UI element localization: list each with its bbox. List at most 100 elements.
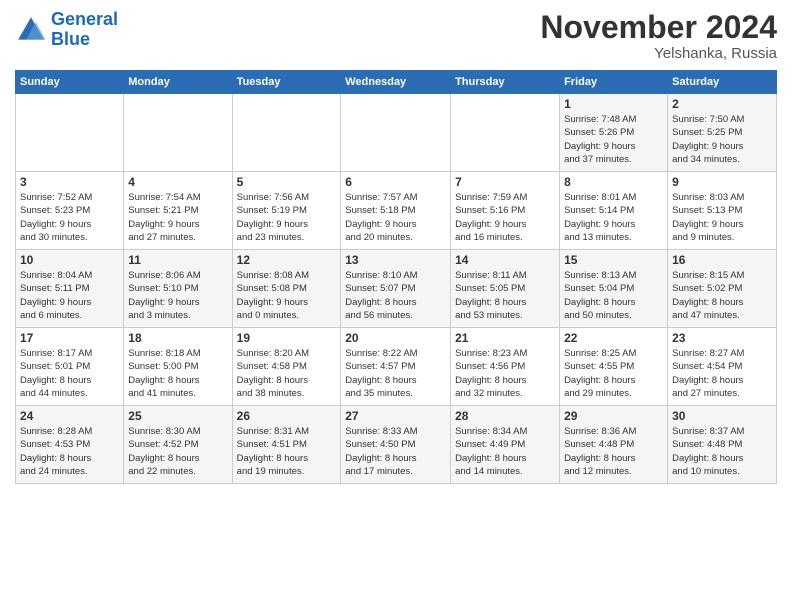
calendar-week-row: 1 Sunrise: 7:48 AMSunset: 5:26 PMDaylight… (16, 94, 777, 172)
day-number: 11 (128, 253, 227, 267)
calendar-cell: 8 Sunrise: 8:01 AMSunset: 5:14 PMDaylight… (560, 172, 668, 250)
day-number: 15 (564, 253, 663, 267)
day-info: Sunrise: 8:31 AMSunset: 4:51 PMDaylight:… (237, 425, 337, 478)
day-number: 13 (345, 253, 446, 267)
day-info: Sunrise: 8:03 AMSunset: 5:13 PMDaylight:… (672, 191, 772, 244)
day-info: Sunrise: 8:17 AMSunset: 5:01 PMDaylight:… (20, 347, 119, 400)
calendar-cell (16, 94, 124, 172)
day-number: 5 (237, 175, 337, 189)
day-number: 6 (345, 175, 446, 189)
calendar-cell (124, 94, 232, 172)
day-number: 21 (455, 331, 555, 345)
day-info: Sunrise: 7:57 AMSunset: 5:18 PMDaylight:… (345, 191, 446, 244)
calendar-cell: 24Sunrise: 8:28 AMSunset: 4:53 PMDayligh… (16, 406, 124, 484)
calendar-cell: 29 Sunrise: 8:36 AMSunset: 4:48 PMDayligh… (560, 406, 668, 484)
calendar-weekday: Saturday (668, 71, 777, 94)
calendar-cell: 18 Sunrise: 8:18 AMSunset: 5:00 PMDayligh… (124, 328, 232, 406)
day-number: 4 (128, 175, 227, 189)
calendar-cell (232, 94, 341, 172)
month-title: November 2024 (540, 10, 777, 45)
day-number: 24 (20, 409, 119, 423)
calendar-weekday: Wednesday (341, 71, 451, 94)
calendar-cell: 17 Sunrise: 8:17 AMSunset: 5:01 PMDayligh… (16, 328, 124, 406)
day-number: 3 (20, 175, 119, 189)
calendar-cell: 23 Sunrise: 8:27 AMSunset: 4:54 PMDayligh… (668, 328, 777, 406)
calendar-cell: 16Sunrise: 8:15 AMSunset: 5:02 PMDayligh… (668, 250, 777, 328)
day-info: Sunrise: 8:25 AMSunset: 4:55 PMDaylight:… (564, 347, 663, 400)
logo-icon (15, 14, 47, 46)
calendar-cell: 7 Sunrise: 7:59 AMSunset: 5:16 PMDaylight… (451, 172, 560, 250)
day-number: 10 (20, 253, 119, 267)
day-info: Sunrise: 7:59 AMSunset: 5:16 PMDaylight:… (455, 191, 555, 244)
calendar-cell: 15Sunrise: 8:13 AMSunset: 5:04 PMDayligh… (560, 250, 668, 328)
calendar-weekday: Tuesday (232, 71, 341, 94)
calendar-cell: 27 Sunrise: 8:33 AMSunset: 4:50 PMDayligh… (341, 406, 451, 484)
calendar-cell: 6 Sunrise: 7:57 AMSunset: 5:18 PMDaylight… (341, 172, 451, 250)
day-info: Sunrise: 8:27 AMSunset: 4:54 PMDaylight:… (672, 347, 772, 400)
logo-text: General Blue (51, 10, 118, 50)
day-info: Sunrise: 8:20 AMSunset: 4:58 PMDaylight:… (237, 347, 337, 400)
calendar-cell: 2Sunrise: 7:50 AMSunset: 5:25 PMDaylight… (668, 94, 777, 172)
calendar-cell: 11 Sunrise: 8:06 AMSunset: 5:10 PMDayligh… (124, 250, 232, 328)
day-info: Sunrise: 8:11 AMSunset: 5:05 PMDaylight:… (455, 269, 555, 322)
day-info: Sunrise: 8:01 AMSunset: 5:14 PMDaylight:… (564, 191, 663, 244)
calendar-cell: 10 Sunrise: 8:04 AMSunset: 5:11 PMDayligh… (16, 250, 124, 328)
day-info: Sunrise: 7:56 AMSunset: 5:19 PMDaylight:… (237, 191, 337, 244)
page: General Blue November 2024 Yelshanka, Ru… (0, 0, 792, 612)
day-number: 2 (672, 97, 772, 111)
calendar-weekday: Sunday (16, 71, 124, 94)
day-info: Sunrise: 8:22 AMSunset: 4:57 PMDaylight:… (345, 347, 446, 400)
calendar-weekday: Thursday (451, 71, 560, 94)
day-info: Sunrise: 7:48 AMSunset: 5:26 PMDaylight:… (564, 113, 663, 166)
calendar-header-row: SundayMondayTuesdayWednesdayThursdayFrid… (16, 71, 777, 94)
calendar-cell: 3 Sunrise: 7:52 AMSunset: 5:23 PMDaylight… (16, 172, 124, 250)
day-number: 19 (237, 331, 337, 345)
calendar-cell (341, 94, 451, 172)
calendar-cell: 20 Sunrise: 8:22 AMSunset: 4:57 PMDayligh… (341, 328, 451, 406)
calendar-cell: 22 Sunrise: 8:25 AMSunset: 4:55 PMDayligh… (560, 328, 668, 406)
title-block: November 2024 Yelshanka, Russia (540, 10, 777, 62)
day-number: 29 (564, 409, 663, 423)
day-number: 26 (237, 409, 337, 423)
calendar-cell: 9 Sunrise: 8:03 AMSunset: 5:13 PMDaylight… (668, 172, 777, 250)
calendar-cell: 21 Sunrise: 8:23 AMSunset: 4:56 PMDayligh… (451, 328, 560, 406)
calendar-cell: 28 Sunrise: 8:34 AMSunset: 4:49 PMDayligh… (451, 406, 560, 484)
day-number: 28 (455, 409, 555, 423)
day-number: 17 (20, 331, 119, 345)
day-info: Sunrise: 8:15 AMSunset: 5:02 PMDaylight:… (672, 269, 772, 322)
day-number: 9 (672, 175, 772, 189)
day-info: Sunrise: 8:30 AMSunset: 4:52 PMDaylight:… (128, 425, 227, 478)
day-number: 22 (564, 331, 663, 345)
day-info: Sunrise: 7:52 AMSunset: 5:23 PMDaylight:… (20, 191, 119, 244)
day-number: 20 (345, 331, 446, 345)
day-info: Sunrise: 8:36 AMSunset: 4:48 PMDaylight:… (564, 425, 663, 478)
day-number: 7 (455, 175, 555, 189)
day-number: 25 (128, 409, 227, 423)
calendar-cell: 5 Sunrise: 7:56 AMSunset: 5:19 PMDaylight… (232, 172, 341, 250)
day-info: Sunrise: 8:06 AMSunset: 5:10 PMDaylight:… (128, 269, 227, 322)
calendar-cell: 19 Sunrise: 8:20 AMSunset: 4:58 PMDayligh… (232, 328, 341, 406)
calendar-cell (451, 94, 560, 172)
calendar-cell: 13Sunrise: 8:10 AMSunset: 5:07 PMDayligh… (341, 250, 451, 328)
calendar-week-row: 24Sunrise: 8:28 AMSunset: 4:53 PMDayligh… (16, 406, 777, 484)
day-number: 8 (564, 175, 663, 189)
calendar-week-row: 10 Sunrise: 8:04 AMSunset: 5:11 PMDayligh… (16, 250, 777, 328)
day-number: 1 (564, 97, 663, 111)
calendar-cell: 14 Sunrise: 8:11 AMSunset: 5:05 PMDayligh… (451, 250, 560, 328)
day-number: 27 (345, 409, 446, 423)
calendar-cell: 30Sunrise: 8:37 AMSunset: 4:48 PMDayligh… (668, 406, 777, 484)
day-info: Sunrise: 8:34 AMSunset: 4:49 PMDaylight:… (455, 425, 555, 478)
day-number: 18 (128, 331, 227, 345)
day-number: 14 (455, 253, 555, 267)
day-info: Sunrise: 8:18 AMSunset: 5:00 PMDaylight:… (128, 347, 227, 400)
calendar-cell: 4Sunrise: 7:54 AMSunset: 5:21 PMDaylight… (124, 172, 232, 250)
day-info: Sunrise: 8:23 AMSunset: 4:56 PMDaylight:… (455, 347, 555, 400)
calendar-cell: 12Sunrise: 8:08 AMSunset: 5:08 PMDayligh… (232, 250, 341, 328)
calendar-cell: 25 Sunrise: 8:30 AMSunset: 4:52 PMDayligh… (124, 406, 232, 484)
day-number: 23 (672, 331, 772, 345)
day-info: Sunrise: 8:37 AMSunset: 4:48 PMDaylight:… (672, 425, 772, 478)
day-info: Sunrise: 8:04 AMSunset: 5:11 PMDaylight:… (20, 269, 119, 322)
calendar-cell: 1 Sunrise: 7:48 AMSunset: 5:26 PMDaylight… (560, 94, 668, 172)
day-info: Sunrise: 8:33 AMSunset: 4:50 PMDaylight:… (345, 425, 446, 478)
calendar-week-row: 17 Sunrise: 8:17 AMSunset: 5:01 PMDayligh… (16, 328, 777, 406)
